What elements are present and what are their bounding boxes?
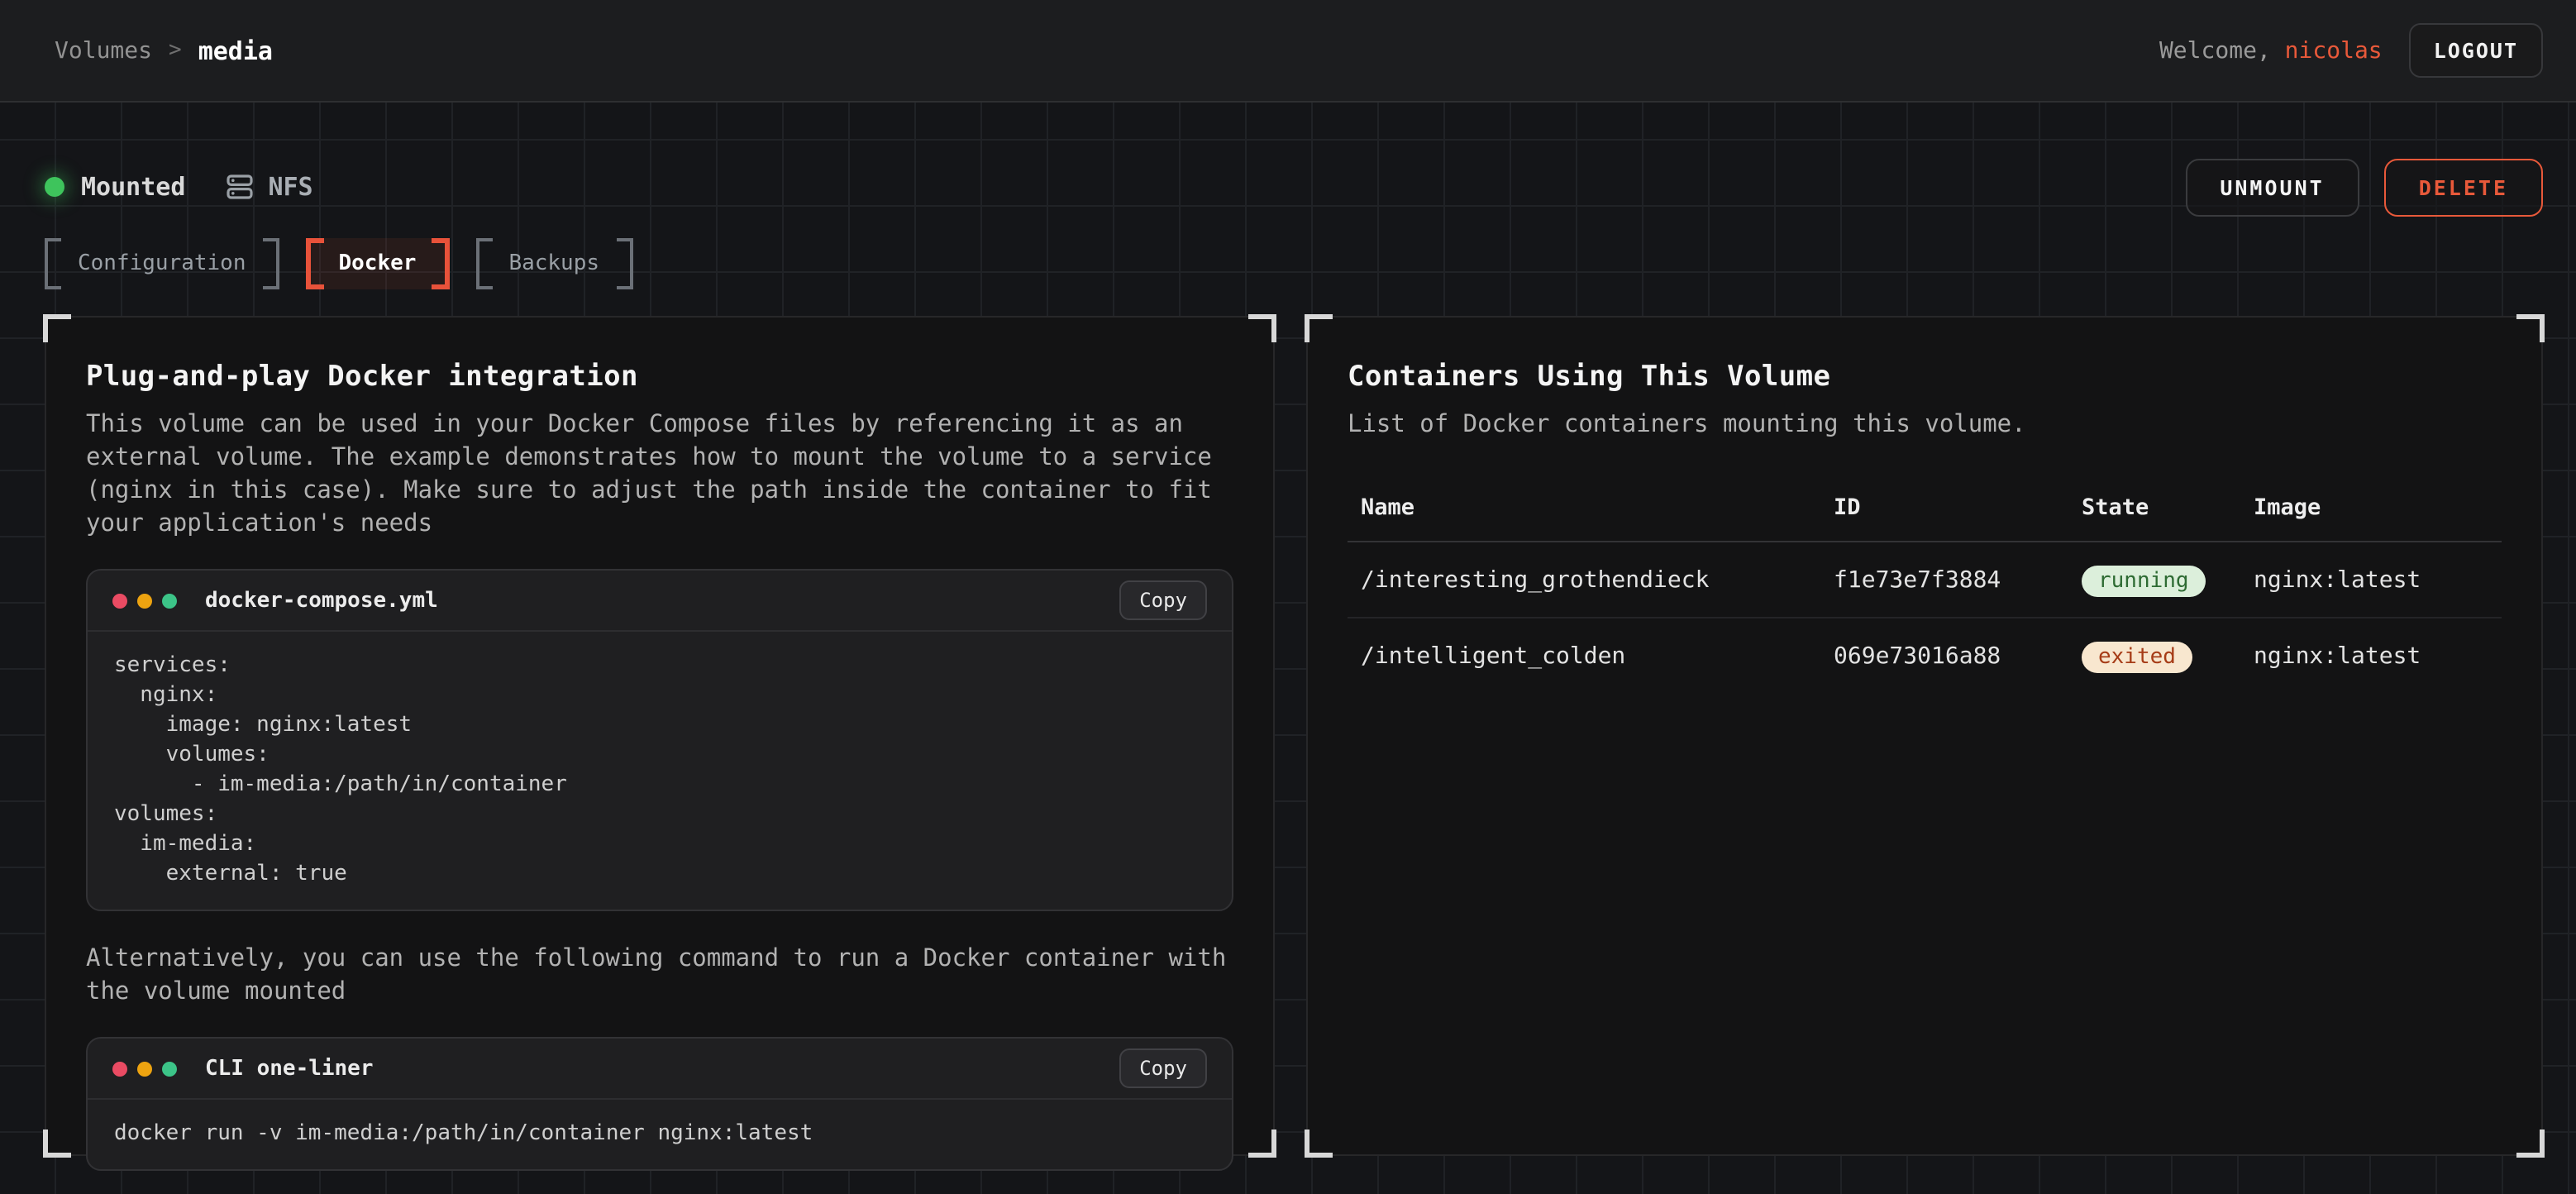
red-dot-icon bbox=[112, 593, 127, 608]
delete-button[interactable]: DELETE bbox=[2384, 158, 2543, 216]
panel-corner-icon bbox=[1248, 1130, 1276, 1158]
compose-code-text: services: nginx: image: nginx:latest vol… bbox=[114, 652, 1205, 890]
compose-code-header: docker-compose.yml Copy bbox=[88, 571, 1232, 632]
top-bar: Volumes > media Welcome, nicolas LOGOUT bbox=[0, 0, 2576, 103]
compose-code-block: docker-compose.yml Copy services: nginx:… bbox=[86, 569, 1233, 911]
welcome-message: Welcome, nicolas bbox=[2159, 37, 2383, 64]
containers-panel: Containers Using This Volume List of Doc… bbox=[1306, 316, 2543, 1156]
username: nicolas bbox=[2285, 37, 2383, 64]
container-state: running bbox=[2082, 562, 2254, 597]
cli-code-body: docker run -v im-media:/path/in/containe… bbox=[88, 1100, 1232, 1169]
mount-status: Mounted bbox=[45, 172, 185, 202]
cli-copy-button[interactable]: Copy bbox=[1119, 1048, 1207, 1088]
status-row: Mounted NFS UNMOUNT DELETE bbox=[45, 103, 2543, 217]
tab-bar: Configuration Docker Backups bbox=[45, 238, 2543, 289]
mounted-status-dot-icon bbox=[45, 177, 64, 197]
volume-detail-page: Volumes > media Welcome, nicolas LOGOUT … bbox=[0, 0, 2576, 1194]
breadcrumb: Volumes > media bbox=[55, 36, 273, 65]
cli-intro-text: Alternatively, you can use the following… bbox=[86, 943, 1233, 1009]
column-header-id: ID bbox=[1834, 494, 2082, 521]
table-row: /interesting_grothendieck f1e73e7f3884 r… bbox=[1348, 542, 2502, 617]
panel-corner-icon bbox=[2516, 1130, 2545, 1158]
traffic-lights-icon bbox=[112, 1061, 177, 1076]
tab-backups[interactable]: Backups bbox=[475, 238, 632, 289]
panel-corner-icon bbox=[1248, 314, 1276, 342]
status-badge: running bbox=[2082, 566, 2206, 597]
traffic-lights-icon bbox=[112, 593, 177, 608]
logout-button[interactable]: LOGOUT bbox=[2409, 23, 2543, 78]
volume-actions: UNMOUNT DELETE bbox=[2185, 158, 2543, 216]
unmount-button[interactable]: UNMOUNT bbox=[2185, 158, 2359, 216]
server-stack-icon bbox=[225, 172, 255, 202]
container-id: f1e73e7f3884 bbox=[1834, 566, 2082, 593]
cli-filename: CLI one-liner bbox=[205, 1056, 374, 1081]
cli-code-block: CLI one-liner Copy docker run -v im-medi… bbox=[86, 1037, 1233, 1171]
green-dot-icon bbox=[162, 593, 177, 608]
container-name: /intelligent_colden bbox=[1361, 642, 1834, 669]
amber-dot-icon bbox=[137, 1061, 152, 1076]
container-state: exited bbox=[2082, 638, 2254, 673]
amber-dot-icon bbox=[137, 593, 152, 608]
cli-code-text: docker run -v im-media:/path/in/containe… bbox=[114, 1120, 1205, 1149]
container-id: 069e73016a88 bbox=[1834, 642, 2082, 669]
breadcrumb-volumes-link[interactable]: Volumes bbox=[55, 37, 152, 64]
docker-integration-panel: Plug-and-play Docker integration This vo… bbox=[45, 316, 1275, 1156]
app-viewport: Volumes > media Welcome, nicolas LOGOUT … bbox=[0, 0, 2576, 1194]
compose-code-body: services: nginx: image: nginx:latest vol… bbox=[88, 632, 1232, 910]
table-row: /intelligent_colden 069e73016a88 exited … bbox=[1348, 617, 2502, 693]
panel-corner-icon bbox=[1305, 314, 1333, 342]
green-dot-icon bbox=[162, 1061, 177, 1076]
docker-panel-description: This volume can be used in your Docker C… bbox=[86, 408, 1233, 541]
column-header-image: Image bbox=[2254, 494, 2488, 521]
containers-table: Name ID State Image /interesting_grothen… bbox=[1348, 481, 2502, 693]
panel-corner-icon bbox=[43, 314, 71, 342]
chevron-right-icon: > bbox=[169, 38, 182, 63]
docker-panel-title: Plug-and-play Docker integration bbox=[86, 361, 1233, 394]
container-image: nginx:latest bbox=[2254, 642, 2488, 669]
tab-configuration[interactable]: Configuration bbox=[45, 238, 279, 289]
top-bar-right: Welcome, nicolas LOGOUT bbox=[2159, 23, 2543, 78]
driver-label: NFS bbox=[268, 172, 312, 202]
column-header-state: State bbox=[2082, 494, 2254, 521]
compose-copy-button[interactable]: Copy bbox=[1119, 580, 1207, 620]
panel-corner-icon bbox=[43, 1130, 71, 1158]
column-header-name: Name bbox=[1361, 494, 1834, 521]
containers-panel-title: Containers Using This Volume bbox=[1348, 361, 2502, 394]
cli-code-header: CLI one-liner Copy bbox=[88, 1039, 1232, 1100]
status-badge: exited bbox=[2082, 642, 2192, 673]
container-image: nginx:latest bbox=[2254, 566, 2488, 593]
compose-filename: docker-compose.yml bbox=[205, 588, 438, 613]
container-name: /interesting_grothendieck bbox=[1361, 566, 1834, 593]
panels-row: Plug-and-play Docker integration This vo… bbox=[45, 316, 2543, 1156]
containers-table-header: Name ID State Image bbox=[1348, 481, 2502, 542]
red-dot-icon bbox=[112, 1061, 127, 1076]
mounted-status-label: Mounted bbox=[81, 172, 185, 202]
panel-corner-icon bbox=[1305, 1130, 1333, 1158]
tab-docker[interactable]: Docker bbox=[306, 238, 450, 289]
panel-corner-icon bbox=[2516, 314, 2545, 342]
volume-driver: NFS bbox=[225, 172, 312, 202]
welcome-prefix: Welcome, bbox=[2159, 37, 2285, 64]
containers-panel-subtitle: List of Docker containers mounting this … bbox=[1348, 408, 2502, 442]
main-content: Mounted NFS UNMOUNT DELETE Configuration… bbox=[0, 103, 2576, 1194]
breadcrumb-current-volume: media bbox=[198, 36, 273, 65]
